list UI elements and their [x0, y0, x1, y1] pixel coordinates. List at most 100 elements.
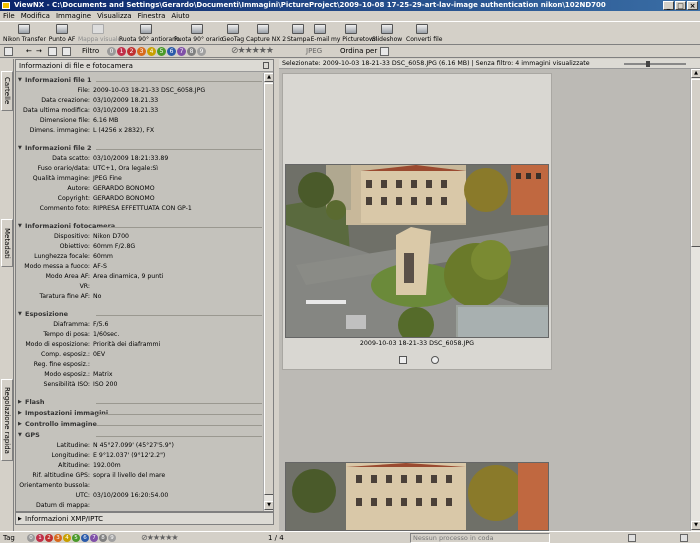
- panel-scrollbar[interactable]: ▲ ▼: [263, 73, 273, 511]
- metadata-row: Modo Area AF: Area dinamica, 9 punti: [45, 273, 164, 280]
- convert-icon: [416, 24, 428, 34]
- slider-handle[interactable]: [646, 61, 650, 67]
- menu-modifica[interactable]: Modifica: [21, 11, 50, 21]
- label-9[interactable]: 9: [197, 47, 206, 56]
- rotate-ccw-label: Ruota 90° antiorario: [119, 36, 180, 43]
- rotate-icon[interactable]: [399, 356, 407, 364]
- label-0[interactable]: 0: [107, 47, 116, 56]
- filter-toolbar: ← → Filtro 0 1 2 3 4 5 6 7 8 9 ⊘★★★★★ JP…: [0, 45, 700, 58]
- tag-label-1[interactable]: 1: [36, 534, 44, 542]
- photo-thumbnail-2[interactable]: [285, 462, 549, 531]
- grid-view-icon[interactable]: [4, 47, 13, 56]
- section-camera-info[interactable]: ▼ Informazioni fotocamera: [16, 222, 262, 231]
- tag-label-7[interactable]: 7: [90, 534, 98, 542]
- folder-icon[interactable]: [48, 47, 57, 56]
- scroll-up-icon[interactable]: ▲: [264, 73, 273, 82]
- close-button[interactable]: ×: [687, 1, 698, 10]
- menu-visualizza[interactable]: Visualizza: [97, 11, 131, 21]
- map-view-button[interactable]: Mappa visuale: [78, 23, 121, 44]
- rating-filter[interactable]: ⊘★★★★★: [231, 46, 274, 57]
- scroll-down-icon[interactable]: ▼: [264, 501, 273, 510]
- print-label: Stampa: [287, 36, 311, 43]
- label-5[interactable]: 5: [157, 47, 166, 56]
- rotate-cw-button[interactable]: Ruota 90° orario: [174, 23, 223, 44]
- scroll-thumb[interactable]: [691, 79, 700, 247]
- picturetown-button[interactable]: my Picturetown: [331, 23, 378, 44]
- tag-label-0[interactable]: 0: [27, 534, 35, 542]
- sort-by-label[interactable]: Ordina per: [340, 45, 377, 57]
- menu-immagine[interactable]: Immagine: [56, 11, 91, 21]
- tag-label-6[interactable]: 6: [81, 534, 89, 542]
- metadata-row: Dispositivo: Nikon D700: [53, 233, 129, 240]
- slideshow-icon: [381, 24, 393, 34]
- label-3[interactable]: 3: [137, 47, 146, 56]
- nikon-transfer-button[interactable]: Nikon Transfer: [3, 23, 46, 44]
- section-title: Informazioni fotocamera: [25, 222, 116, 230]
- capture-nx2-button[interactable]: Capture NX 2: [246, 23, 286, 44]
- print-button[interactable]: Stampa: [287, 23, 311, 44]
- forward-icon[interactable]: →: [36, 46, 42, 57]
- maximize-button[interactable]: □: [675, 1, 686, 10]
- section-file-info-1[interactable]: ▼ Informazioni file 1: [16, 76, 262, 85]
- label-8[interactable]: 8: [187, 47, 196, 56]
- tab-cartelle[interactable]: Cartelle: [1, 71, 13, 111]
- slideshow-button[interactable]: Slideshow: [372, 23, 402, 44]
- filetype-filter[interactable]: JPEG: [306, 46, 322, 57]
- metadata-row: Comp. esposiz.: 0EV: [41, 351, 106, 358]
- panel-title-bar[interactable]: Informazioni di file e fotocamera: [16, 60, 273, 72]
- rotate-ccw-button[interactable]: Ruota 90° antiorario: [119, 23, 180, 44]
- up-icon[interactable]: [62, 47, 71, 56]
- window-controls: _ □ ×: [663, 1, 698, 10]
- metadata-row: Datum di mappa:: [35, 502, 90, 509]
- section-gps[interactable]: ▼ GPS: [16, 431, 262, 440]
- metadata-row: Obiettivo: 60mm F/2.8G: [59, 243, 136, 250]
- collapse-icon: ▼: [18, 432, 22, 438]
- monitor-icon[interactable]: [680, 534, 688, 542]
- pin-icon[interactable]: [263, 62, 269, 69]
- queue-icon[interactable]: [628, 534, 636, 542]
- xmp-iptc-section[interactable]: ▶ Informazioni XMP/IPTC: [15, 512, 274, 525]
- scroll-up-icon[interactable]: ▲: [691, 69, 700, 78]
- menu-finestra[interactable]: Finestra: [138, 11, 166, 21]
- tag-label-5[interactable]: 5: [72, 534, 80, 542]
- city-photo: [286, 165, 548, 337]
- section-file-info-2[interactable]: ▼ Informazioni file 2: [16, 144, 262, 153]
- tag-label-8[interactable]: 8: [99, 534, 107, 542]
- label-4[interactable]: 4: [147, 47, 156, 56]
- thumbnail-icons: [397, 356, 441, 366]
- menu-file[interactable]: File: [3, 11, 15, 21]
- tag-label-4[interactable]: 4: [63, 534, 71, 542]
- label-2[interactable]: 2: [127, 47, 136, 56]
- section-picture-control[interactable]: ▶ Controllo immagine: [16, 420, 262, 429]
- section-title: Controllo immagine: [25, 420, 97, 428]
- label-filter: 0 1 2 3 4 5 6 7 8 9: [107, 47, 206, 56]
- camera-icon[interactable]: [380, 47, 389, 56]
- minimize-button[interactable]: _: [663, 1, 674, 10]
- main-scrollbar[interactable]: ▲ ▼: [690, 69, 700, 531]
- scroll-down-icon[interactable]: ▼: [691, 521, 700, 530]
- tab-regolazione-rapida[interactable]: Regolazione rapida: [1, 379, 13, 461]
- tab-metadati[interactable]: Metadati: [1, 219, 13, 267]
- photo-thumbnail[interactable]: [285, 164, 549, 338]
- label-7[interactable]: 7: [177, 47, 186, 56]
- af-point-button[interactable]: Punto AF: [47, 23, 77, 44]
- geotag-button[interactable]: GeoTag: [221, 23, 245, 44]
- tag-label-9[interactable]: 9: [108, 534, 116, 542]
- back-icon[interactable]: ←: [26, 46, 32, 57]
- menu-aiuto[interactable]: Aiuto: [171, 11, 189, 21]
- convert-files-button[interactable]: Converti file: [406, 23, 442, 44]
- section-exposure[interactable]: ▼ Esposizione: [16, 310, 262, 319]
- tag-label-3[interactable]: 3: [54, 534, 62, 542]
- tag-rating[interactable]: ⊘★★★★★: [141, 532, 179, 543]
- metadata-row: Tempo di posa: 1/60sec.: [43, 331, 120, 338]
- scroll-thumb[interactable]: [264, 83, 273, 495]
- email-button[interactable]: E-mail: [310, 23, 330, 44]
- thumbnail-size-slider[interactable]: [624, 63, 686, 65]
- section-flash[interactable]: ▶ Flash: [16, 398, 262, 407]
- label-6[interactable]: 6: [167, 47, 176, 56]
- globe-icon[interactable]: [431, 356, 439, 364]
- label-1[interactable]: 1: [117, 47, 126, 56]
- panel-title: Informazioni di file e fotocamera: [19, 62, 133, 70]
- section-image-settings[interactable]: ▶ Impostazioni immagini: [16, 409, 262, 418]
- tag-label-2[interactable]: 2: [45, 534, 53, 542]
